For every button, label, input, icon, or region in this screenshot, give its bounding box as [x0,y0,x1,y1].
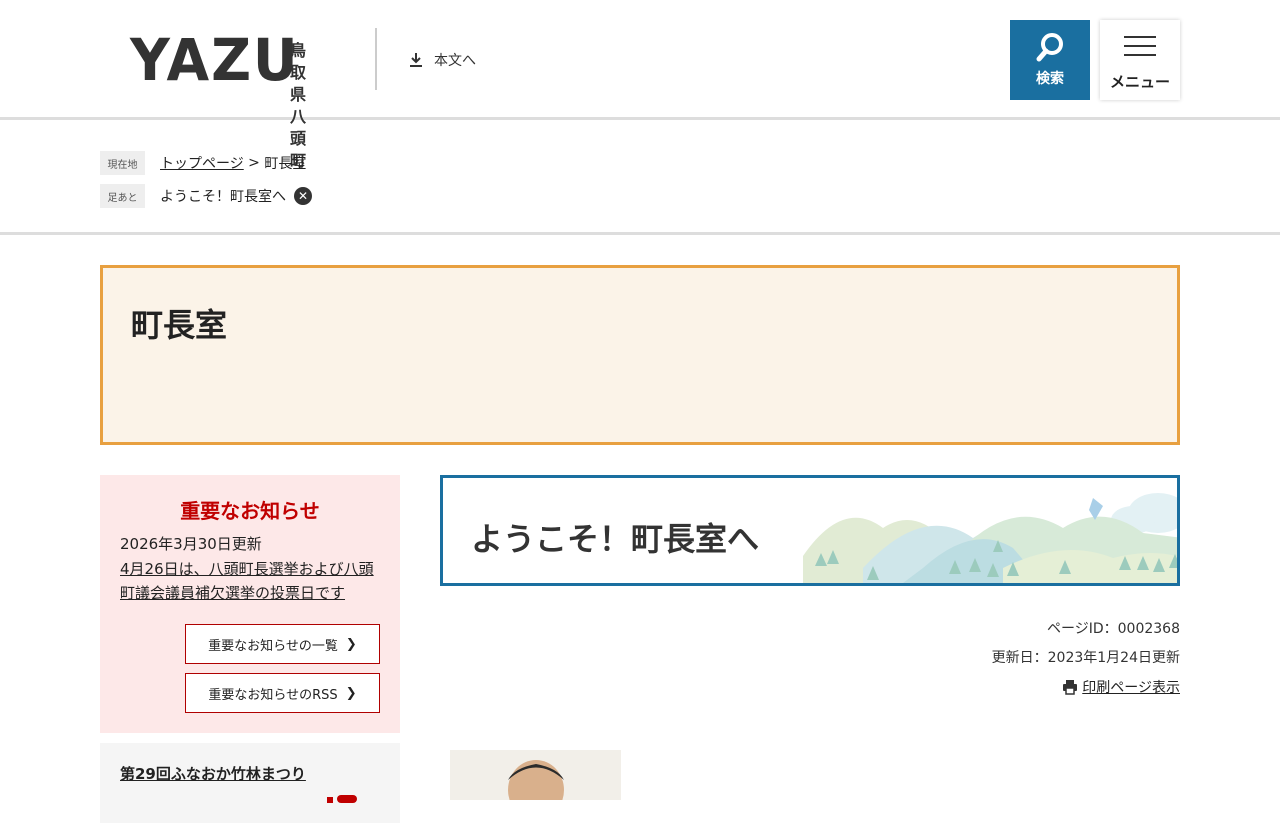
welcome-banner: ようこそ！町長室へ [440,475,1180,586]
notice-list-label: 重要なお知らせの一覧 [208,638,338,654]
search-button-label: 検索 [1036,71,1064,87]
mayor-portrait-image [508,760,564,800]
history-trail: 足あと ようこそ！町長室へ ✕ [100,184,312,208]
breadcrumb-area: 現在地 トップページ > 町長室 足あと ようこそ！町長室へ ✕ [0,123,1280,235]
skip-link-label: 本文へ [434,53,476,69]
important-notice-panel: 重要なお知らせ 2026年3月30日更新 4月26日は、八頭町長選挙および八頭町… [100,475,400,733]
notice-date: 2026年3月30日更新 [120,535,262,553]
page-title-box: 町長室 [100,265,1180,445]
download-icon [410,53,422,67]
breadcrumb-separator: > [243,155,265,171]
menu-button[interactable]: メニュー [1100,20,1180,100]
printer-icon [1063,680,1078,695]
breadcrumb: 現在地 トップページ > 町長室 [100,151,306,175]
menu-button-label: メニュー [1109,72,1170,91]
breadcrumb-home-link[interactable]: トップページ [160,153,244,173]
print-link-label: 印刷ページ表示 [1082,680,1180,696]
notice-item-link[interactable]: 4月26日は、八頭町長選挙および八頭町議会議員補欠選挙の投票日です [120,557,382,605]
notice-title: 重要なお知らせ [180,499,320,523]
breadcrumb-current: 町長室 [264,156,307,172]
skip-to-content-link[interactable]: 本文へ [408,50,476,70]
page-title: 町長室 [131,306,228,344]
header-divider [375,28,377,90]
event-date-graphic [327,795,357,803]
history-item[interactable]: ようこそ！町長室へ [160,186,286,206]
logo-text: YAZU [130,26,300,94]
site-logo[interactable]: YAZU 鳥取県 八頭町 [130,26,309,170]
site-header: YAZU 鳥取県 八頭町 本文へ 検索 メニュー [0,0,1280,170]
print-page-link[interactable]: 印刷ページ表示 [1062,677,1180,697]
mountain-scene-illustration [803,493,1177,583]
updated-date: 更新日：2023年1月24日更新 [991,650,1180,666]
chevron-right-icon: ❯ [345,636,357,652]
notice-list-button[interactable]: 重要なお知らせの一覧 ❯ [185,624,380,664]
logo-prefecture: 鳥取県 [290,41,311,104]
notice-rss-button[interactable]: 重要なお知らせのRSS ❯ [185,673,380,713]
search-icon [1036,33,1063,62]
close-icon[interactable]: ✕ [294,187,312,205]
current-location-tag: 現在地 [100,151,145,175]
event-panel: 第29回ふなおか竹林まつり [100,743,400,823]
banner-title: ようこそ！町長室へ [471,520,760,558]
event-link[interactable]: 第29回ふなおか竹林まつり [120,763,306,784]
history-tag: 足あと [100,184,145,208]
mayor-photo [450,750,621,800]
notice-rss-label: 重要なお知らせのRSS [208,687,338,703]
page-id: ページID：0002368 [1047,621,1180,637]
hamburger-icon [1124,29,1156,63]
chevron-right-icon: ❯ [345,685,357,701]
search-button[interactable]: 検索 [1010,20,1090,100]
